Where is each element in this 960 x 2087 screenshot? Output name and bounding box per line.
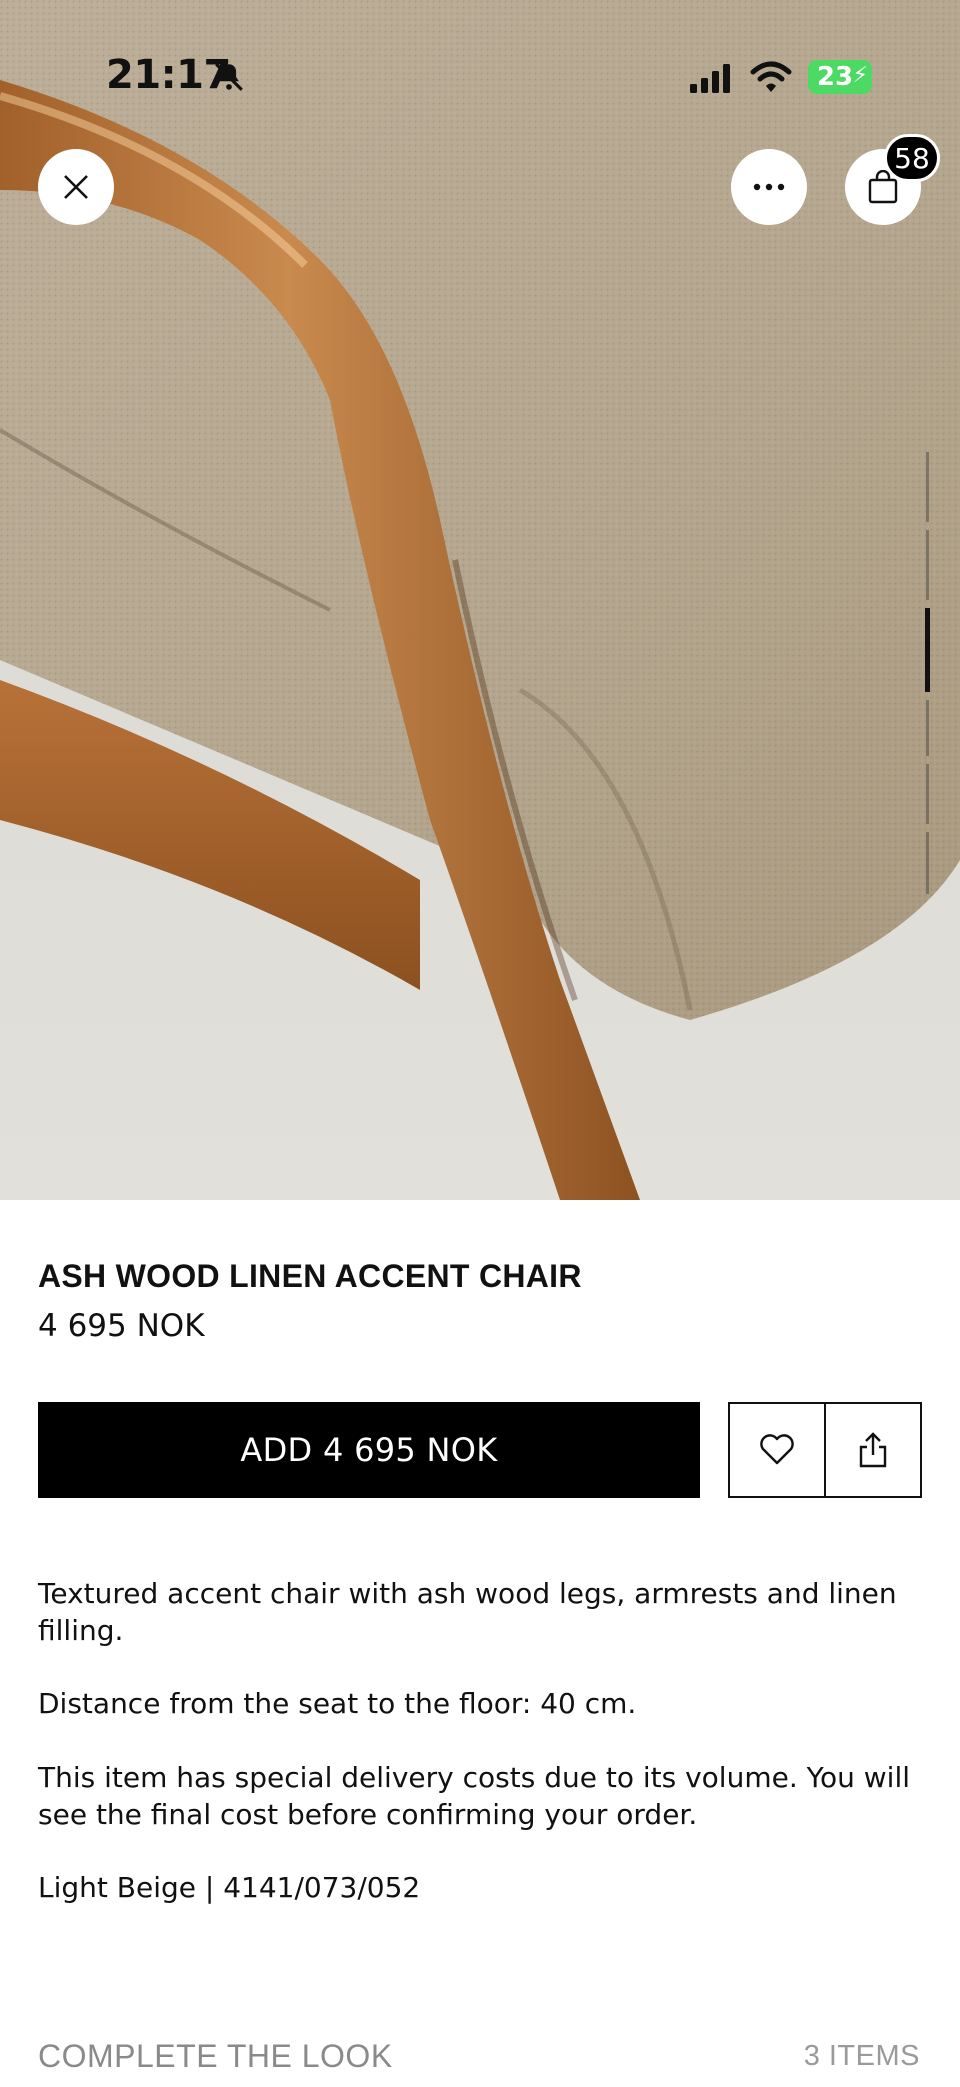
scrubber-segment[interactable] [926, 832, 929, 894]
product-seat-height: Distance from the seat to the floor: 40 … [38, 1687, 637, 1720]
more-options-button[interactable] [731, 149, 807, 225]
complete-the-look-count[interactable]: 3 ITEMS [804, 2040, 920, 2073]
heart-icon [760, 1434, 794, 1465]
battery-charging-icon: ⚡ [852, 63, 868, 88]
share-button[interactable] [824, 1404, 920, 1496]
scrubber-segment[interactable] [926, 530, 929, 600]
wifi-icon [750, 61, 792, 92]
chair-photo [0, 0, 960, 1200]
wishlist-button[interactable] [730, 1404, 824, 1496]
product-price: 4 695 NOK [38, 1308, 205, 1344]
product-color-reference: Light Beige | 4141/073/052 [38, 1871, 421, 1904]
share-icon [859, 1432, 887, 1468]
scrubber-segment-active[interactable] [925, 608, 930, 692]
bell-slash-icon [215, 63, 243, 91]
product-description: Textured accent chair with ash wood legs… [38, 1577, 897, 1647]
scrubber-segment[interactable] [926, 700, 929, 756]
add-to-bag-button[interactable]: ADD 4 695 NOK [38, 1402, 700, 1498]
complete-the-look-title[interactable]: COMPLETE THE LOOK [38, 2038, 393, 2075]
product-actions [728, 1402, 922, 1498]
ellipsis-icon [753, 183, 785, 191]
battery-level: 23 [816, 62, 854, 92]
gallery-scrubber[interactable] [925, 452, 931, 894]
close-icon [64, 175, 88, 199]
cellular-signal-icon [690, 64, 730, 93]
close-button[interactable] [38, 149, 114, 225]
scrubber-segment[interactable] [926, 452, 929, 522]
product-title: ASH WOOD LINEN ACCENT CHAIR [38, 1258, 582, 1294]
product-delivery-note: This item has special delivery costs due… [38, 1761, 911, 1831]
battery-indicator: 23 ⚡ [808, 60, 872, 94]
bag-count-badge: 58 [884, 134, 940, 182]
product-image[interactable]: 21:17 23 ⚡ 58 [0, 0, 960, 1200]
scrubber-segment[interactable] [926, 764, 929, 824]
